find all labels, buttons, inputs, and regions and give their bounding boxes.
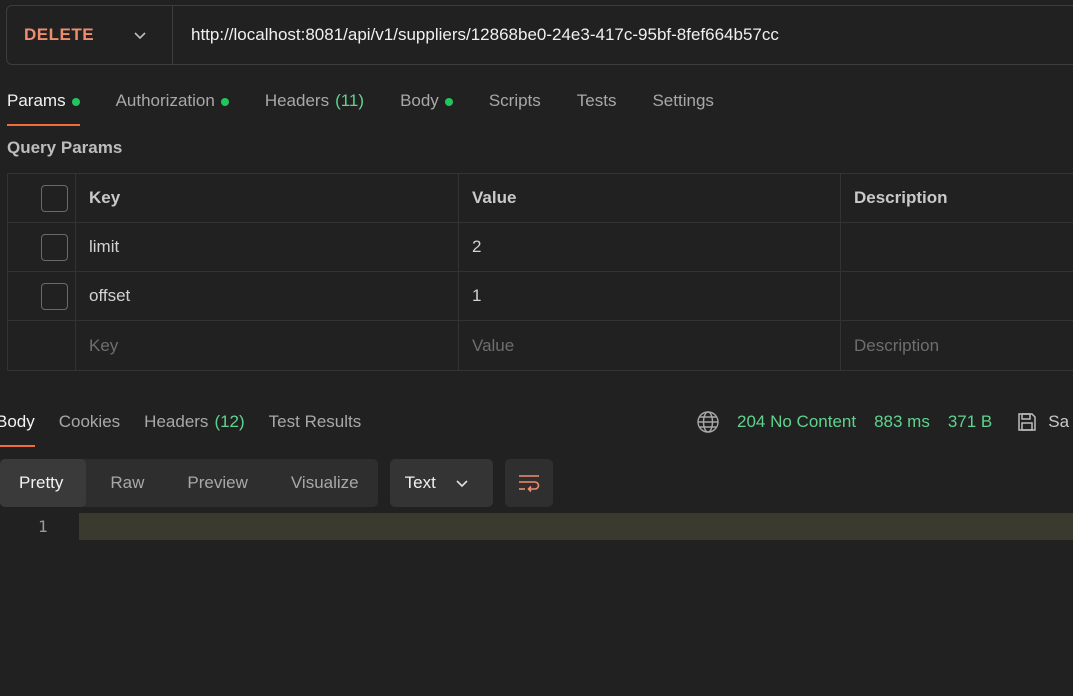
column-header-description: Description <box>854 188 948 207</box>
param-description[interactable] <box>841 223 1073 271</box>
response-tabs: Body Cookies Headers (12) Test Results <box>0 412 385 447</box>
row-checkbox[interactable] <box>41 282 68 310</box>
view-mode-segment: Pretty Raw Preview Visualize <box>0 459 378 507</box>
tab-body[interactable]: Body <box>400 88 453 126</box>
column-header-value: Value <box>459 174 841 222</box>
tab-headers-label: Headers <box>264 91 330 110</box>
response-tab-headers[interactable]: Headers (12) <box>144 412 245 447</box>
tab-body-label: Body <box>400 91 439 110</box>
status-dot <box>71 98 80 106</box>
table-row-new: Key Value Description <box>8 321 1073 370</box>
view-pretty[interactable]: Pretty <box>0 459 87 507</box>
save-icon <box>1018 413 1037 431</box>
line-number: 1 <box>38 517 48 536</box>
new-description-input[interactable]: Description <box>841 321 1073 370</box>
query-params-title: Query Params <box>7 138 123 157</box>
tab-tests[interactable]: Tests <box>577 88 617 126</box>
status-dot <box>444 98 453 106</box>
wrap-lines-icon <box>518 475 539 493</box>
tab-authorization-label: Authorization <box>115 91 215 110</box>
status-code[interactable]: 204 No Content <box>737 412 856 432</box>
request-url-bar: DELETE http://localhost:8081/api/v1/supp… <box>6 5 1073 65</box>
param-value[interactable]: 2 <box>459 223 841 271</box>
url-input[interactable]: http://localhost:8081/api/v1/suppliers/1… <box>191 25 779 45</box>
tab-authorization[interactable]: Authorization <box>116 88 229 126</box>
wrap-lines-button[interactable] <box>504 459 553 507</box>
line-content[interactable] <box>79 513 1073 540</box>
new-value-input[interactable]: Value <box>459 321 841 370</box>
method-label: DELETE <box>24 25 95 44</box>
tab-params-label: Params <box>7 91 66 110</box>
param-key[interactable]: offset <box>76 272 459 320</box>
response-toolbar: Pretty Raw Preview Visualize Text <box>0 459 553 507</box>
view-raw[interactable]: Raw <box>86 459 163 507</box>
row-check-cell <box>8 321 76 370</box>
response-tab-test-results[interactable]: Test Results <box>269 412 362 447</box>
table-row: limit 2 <box>8 223 1073 272</box>
format-label: Text <box>404 473 436 492</box>
response-bar: Body Cookies Headers (12) Test Results 20… <box>0 398 1073 447</box>
method-select[interactable]: DELETE <box>7 6 173 64</box>
save-label: Sa <box>1048 412 1070 431</box>
param-key[interactable]: limit <box>76 223 459 271</box>
row-check-cell <box>8 272 76 320</box>
status-dot <box>220 98 229 106</box>
headers-count: (11) <box>335 91 365 110</box>
chevron-down-icon <box>134 32 146 40</box>
response-size[interactable]: 371 B <box>948 412 992 432</box>
select-all-checkbox[interactable] <box>41 184 68 212</box>
query-params-table: Key Value Description limit 2 offset 1 K… <box>7 173 1073 371</box>
tab-params[interactable]: Params <box>7 88 80 126</box>
table-row: offset 1 <box>8 272 1073 321</box>
row-check-cell <box>8 223 76 271</box>
editor-line: 1 <box>0 513 1073 540</box>
param-description[interactable] <box>841 272 1073 320</box>
new-key-input[interactable]: Key <box>76 321 459 370</box>
row-checkbox[interactable] <box>41 233 68 261</box>
response-headers-count: (12) <box>214 412 245 431</box>
tab-settings-label: Settings <box>652 91 714 110</box>
column-header-key: Key <box>76 174 459 222</box>
view-preview[interactable]: Preview <box>163 459 266 507</box>
response-tab-headers-label: Headers <box>144 412 209 431</box>
tab-headers[interactable]: Headers (11) <box>265 88 364 126</box>
globe-icon[interactable] <box>696 410 720 434</box>
tab-scripts-label: Scripts <box>488 91 541 110</box>
param-value[interactable]: 1 <box>459 272 841 320</box>
response-time[interactable]: 883 ms <box>874 412 930 432</box>
table-header-row: Key Value Description <box>8 174 1073 223</box>
response-tab-body[interactable]: Body <box>0 412 35 447</box>
select-all-cell <box>8 174 76 222</box>
chevron-down-icon <box>456 480 468 488</box>
tab-scripts[interactable]: Scripts <box>489 88 541 126</box>
save-response-button[interactable]: Sa <box>1016 411 1069 433</box>
request-tabs: Params Authorization Headers (11) Body S… <box>7 88 750 126</box>
response-status: 204 No Content 883 ms 371 B Sa <box>696 410 1069 434</box>
view-visualize[interactable]: Visualize <box>267 459 378 507</box>
tab-settings[interactable]: Settings <box>652 88 713 126</box>
response-body-editor[interactable]: 1 <box>0 513 1073 540</box>
format-select[interactable]: Text <box>389 459 493 507</box>
tab-tests-label: Tests <box>576 91 617 110</box>
response-tab-cookies[interactable]: Cookies <box>59 412 120 447</box>
